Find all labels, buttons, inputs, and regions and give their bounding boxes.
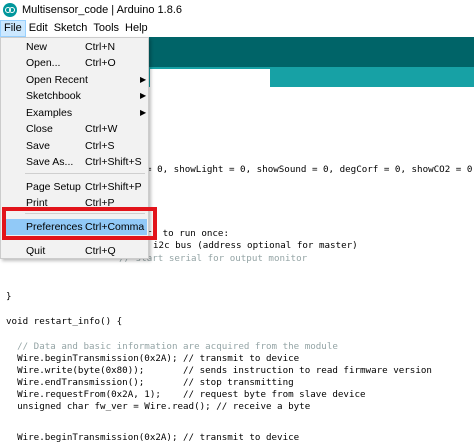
sketch-tab[interactable] (150, 69, 270, 87)
annotation-highlight-box (2, 207, 157, 240)
code-line: Wire.beginTransmission(0x2A); // transmi… (6, 353, 300, 364)
menu-item-open[interactable]: Open... Ctrl+O (2, 55, 147, 71)
code-line: Wire.write(byte(0x80)); // sends instruc… (6, 365, 432, 376)
code-line: i2c bus (address optional for master) (153, 240, 358, 251)
menu-item-save-as[interactable]: Save As... Ctrl+Shift+S (2, 154, 147, 170)
code-line: Wire.endTransmission(); // stop transmit… (6, 377, 294, 388)
menu-item-close[interactable]: Close Ctrl+W (2, 121, 147, 137)
submenu-arrow-icon: ▶ (140, 75, 147, 84)
code-line: unsigned char fw_ver = Wire.read(); // r… (6, 401, 311, 412)
submenu-arrow-icon: ▶ (140, 108, 147, 117)
menu-item-open-recent[interactable]: Open Recent ▶ (2, 72, 147, 88)
code-line: Wire.beginTransmission(0x2A); // transmi… (6, 432, 300, 443)
menu-item-examples[interactable]: Examples ▶ (2, 105, 147, 121)
code-line: = 0, showLight = 0, showSound = 0, degCo… (146, 164, 474, 175)
window-title: Multisensor_code | Arduino 1.8.6 (22, 4, 183, 16)
menu-item-page-setup[interactable]: Page Setup Ctrl+Shift+P (2, 179, 147, 195)
menu-help[interactable]: Help (122, 20, 151, 37)
code-line: Wire.requestFrom(0x2A, 1); // request by… (6, 389, 366, 400)
menu-item-sketchbook[interactable]: Sketchbook ▶ (2, 88, 147, 104)
menu-edit[interactable]: Edit (26, 20, 51, 37)
title-bar: Multisensor_code | Arduino 1.8.6 (0, 0, 474, 20)
code-line: r, to run once: (146, 228, 229, 239)
submenu-arrow-icon: ▶ (140, 91, 147, 100)
menu-item-new[interactable]: New Ctrl+N (2, 39, 147, 55)
menu-item-save[interactable]: Save Ctrl+S (2, 138, 147, 154)
menu-sketch[interactable]: Sketch (51, 20, 91, 37)
arduino-logo-icon (3, 3, 17, 17)
menu-bar: File Edit Sketch Tools Help (0, 20, 474, 37)
code-comment: // Data and basic information are acquir… (6, 341, 338, 352)
code-line: } (6, 291, 12, 302)
menu-file[interactable]: File (0, 20, 26, 37)
code-line: void restart_info() { (6, 316, 123, 327)
menu-item-quit[interactable]: Quit Ctrl+Q (2, 243, 147, 259)
menu-separator (25, 173, 145, 174)
menu-tools[interactable]: Tools (90, 20, 122, 37)
